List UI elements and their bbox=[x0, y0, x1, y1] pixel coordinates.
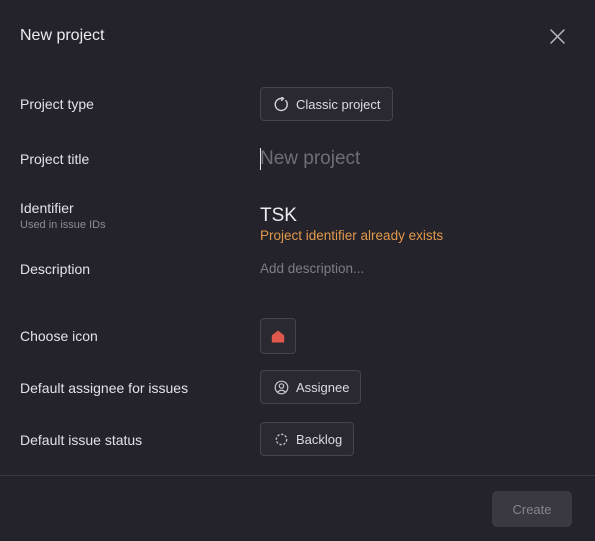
new-project-dialog: New project Project type Classic project… bbox=[0, 0, 595, 541]
description-input[interactable]: Add description... bbox=[260, 261, 364, 276]
default-assignee-button[interactable]: Assignee bbox=[260, 370, 361, 404]
project-title-input[interactable] bbox=[260, 146, 560, 172]
project-type-button[interactable]: Classic project bbox=[260, 87, 393, 121]
identifier-sublabel: Used in issue IDs bbox=[20, 219, 106, 231]
default-assignee-label: Default assignee for issues bbox=[20, 380, 189, 396]
choose-icon-label: Choose icon bbox=[20, 328, 98, 344]
default-status-value: Backlog bbox=[296, 431, 343, 447]
project-title-label: Project title bbox=[20, 151, 90, 167]
project-type-label: Project type bbox=[20, 96, 94, 112]
choose-icon-button[interactable] bbox=[260, 318, 296, 354]
project-type-value: Classic project bbox=[296, 96, 381, 112]
default-status-label: Default issue status bbox=[20, 432, 143, 448]
user-circle-icon bbox=[273, 379, 289, 395]
footer-divider bbox=[0, 475, 595, 476]
create-button[interactable]: Create bbox=[492, 491, 572, 527]
dialog-title: New project bbox=[20, 27, 105, 44]
close-button[interactable] bbox=[549, 28, 566, 45]
close-icon bbox=[550, 29, 565, 44]
default-assignee-value: Assignee bbox=[296, 379, 350, 395]
identifier-label: Identifier bbox=[20, 200, 74, 216]
identifier-input[interactable]: TSK bbox=[260, 205, 297, 227]
identifier-error-message: Project identifier already exists bbox=[260, 228, 444, 243]
description-label: Description bbox=[20, 261, 91, 277]
home-icon bbox=[271, 330, 285, 342]
refresh-circle-icon bbox=[273, 96, 289, 112]
dashed-circle-icon bbox=[273, 431, 289, 447]
text-caret bbox=[260, 148, 261, 170]
default-status-button[interactable]: Backlog bbox=[260, 422, 354, 456]
